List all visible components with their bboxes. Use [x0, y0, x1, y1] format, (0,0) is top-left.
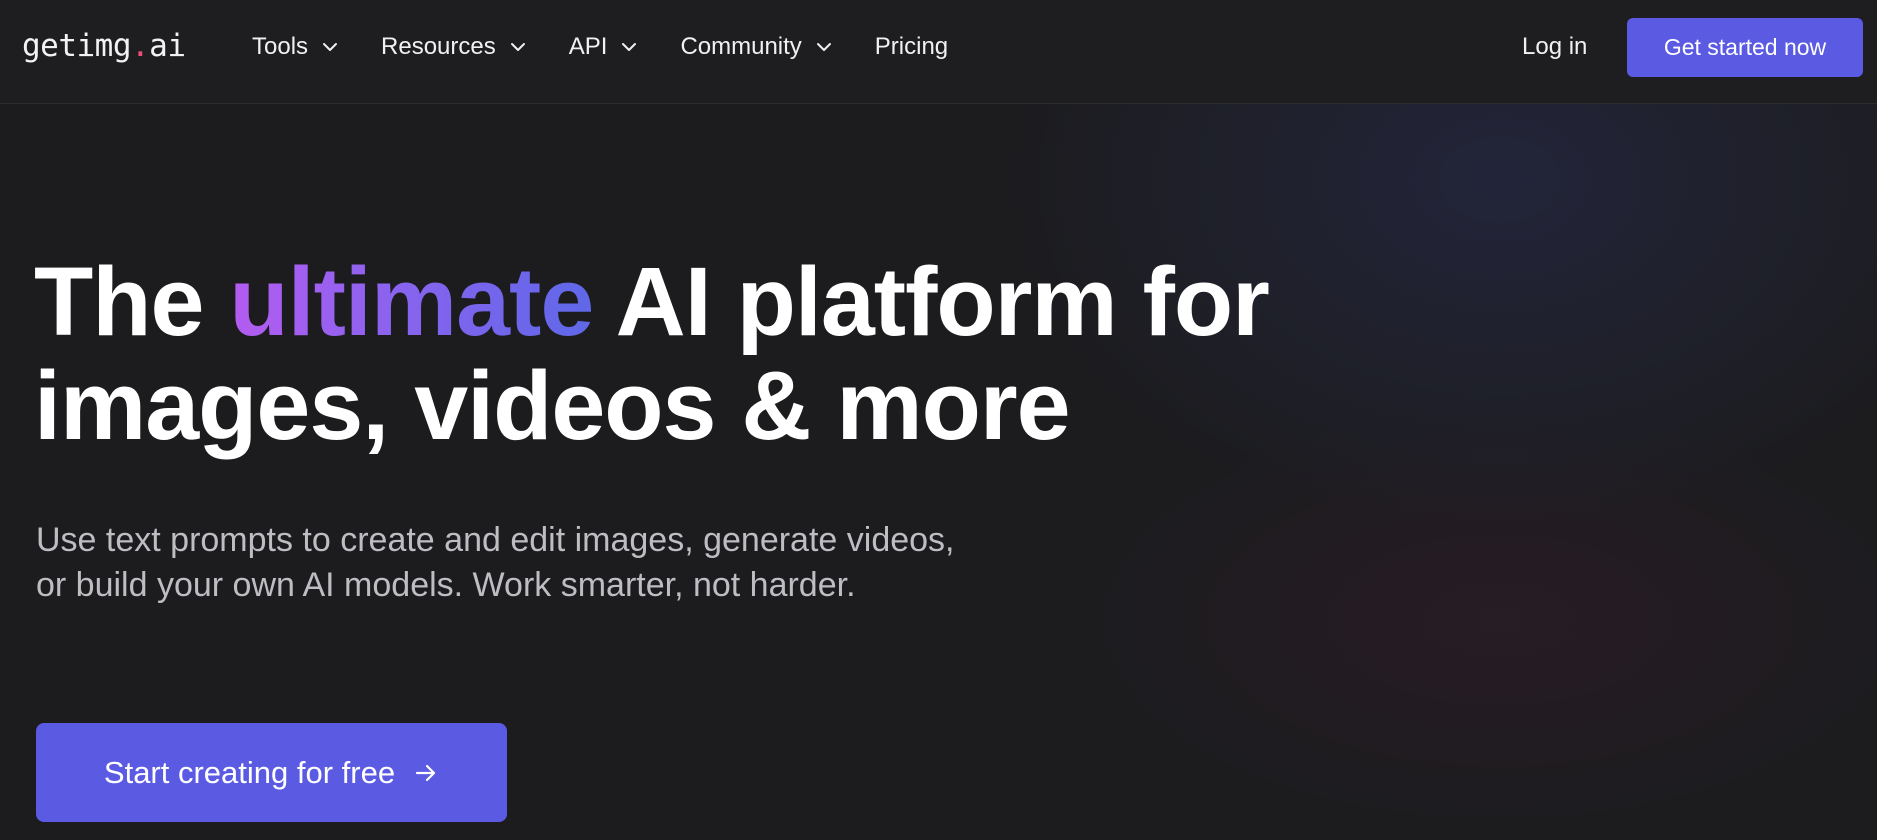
login-link[interactable]: Log in: [1522, 30, 1587, 64]
start-creating-button[interactable]: Start creating for free: [36, 723, 507, 822]
logo-prefix: getimg: [22, 28, 131, 64]
chevron-down-icon: [814, 37, 834, 57]
nav-item-api[interactable]: API: [569, 33, 640, 61]
logo-dot: .: [130, 28, 150, 64]
chevron-down-icon: [619, 37, 639, 57]
get-started-button[interactable]: Get started now: [1627, 18, 1863, 77]
nav-item-community[interactable]: Community: [680, 33, 833, 61]
hero-title-highlight: ultimate: [229, 247, 594, 356]
main-nav: Tools Resources API Community Pricing: [252, 0, 989, 94]
chevron-down-icon: [320, 37, 340, 57]
nav-item-tools[interactable]: Tools: [252, 33, 340, 61]
chevron-down-icon: [508, 37, 528, 57]
hero-subtitle: Use text prompts to create and edit imag…: [36, 521, 955, 604]
hero-title-line2: images, videos & more: [34, 351, 1071, 460]
hero-title-before: The: [34, 247, 204, 356]
logo-suffix: ai: [149, 28, 186, 64]
nav-item-label: Pricing: [874, 33, 949, 60]
nav-item-label: Tools: [252, 33, 309, 60]
nav-item-label: Community: [680, 33, 802, 60]
top-navigation-bar: getimg.ai Tools Resources API Community …: [0, 0, 1877, 104]
nav-item-label: Resources: [381, 33, 496, 60]
page: getimg.ai Tools Resources API Community …: [0, 0, 1877, 840]
start-creating-label: Start creating for free: [103, 754, 396, 790]
nav-item-label: API: [568, 33, 608, 60]
arrow-right-icon: [413, 760, 439, 786]
nav-item-pricing[interactable]: Pricing: [875, 33, 948, 61]
getimg-logo[interactable]: getimg.ai: [22, 26, 186, 66]
hero-title: The ultimate AI platform for images, vide…: [34, 247, 1270, 460]
nav-item-resources[interactable]: Resources: [381, 33, 528, 61]
hero-title-after: AI platform for: [615, 247, 1270, 356]
